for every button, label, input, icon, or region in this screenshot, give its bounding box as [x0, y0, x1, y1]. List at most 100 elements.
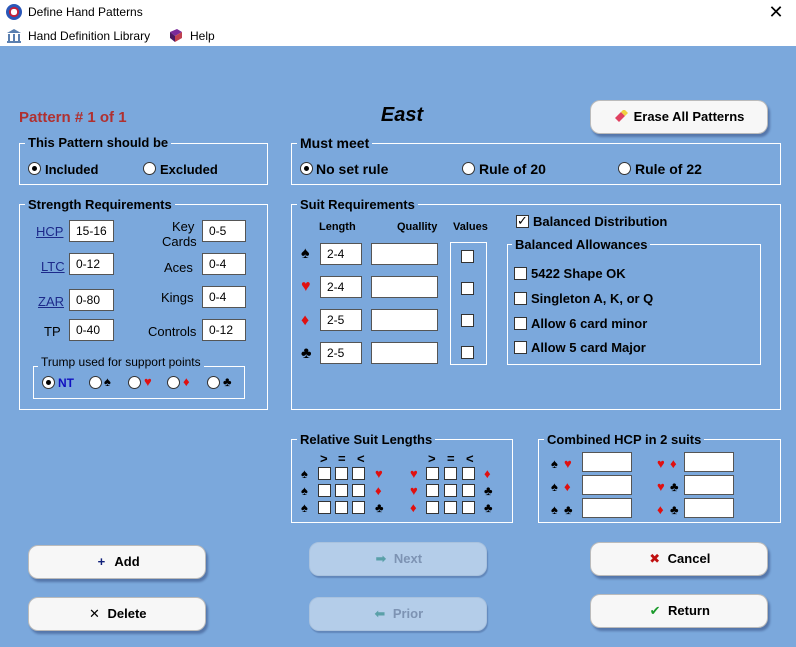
combined-spade-diamond-input[interactable]: [582, 475, 632, 495]
ltc-link[interactable]: LTC: [41, 259, 65, 274]
tp-input[interactable]: 0-40: [69, 319, 114, 341]
clubs-values-checkbox[interactable]: [461, 346, 474, 359]
op-less-left: <: [357, 451, 365, 466]
balanced-distribution-checkbox[interactable]: [516, 213, 529, 229]
heart-icon: ♥: [375, 466, 383, 481]
rel-spade-diamond-lt[interactable]: [352, 484, 365, 497]
close-window-button[interactable]: ✕: [762, 2, 790, 22]
hcp-link[interactable]: HCP: [36, 224, 63, 239]
allow-5-major-checkbox[interactable]: [514, 341, 527, 354]
aces-input[interactable]: 0-4: [202, 253, 246, 275]
heart-icon: ♥: [657, 479, 665, 494]
suit-requirements-title: Suit Requirements: [297, 197, 418, 212]
length-col-header: Length: [319, 221, 356, 233]
rel-heart-diamond-gt[interactable]: [426, 467, 439, 480]
next-button[interactable]: ➡ Next: [309, 542, 487, 576]
clubs-length-input[interactable]: 2-5: [320, 342, 362, 364]
kings-input[interactable]: 0-4: [202, 286, 246, 308]
rel-spade-club-lt[interactable]: [352, 501, 365, 514]
clubs-quality-input[interactable]: [371, 342, 438, 364]
hearts-length-input[interactable]: 2-4: [320, 276, 362, 298]
diamond-icon: ♦: [657, 502, 664, 517]
rel-spade-diamond-eq[interactable]: [335, 484, 348, 497]
trump-nt-label: NT: [58, 376, 74, 390]
rel-heart-club-lt[interactable]: [462, 484, 475, 497]
prior-button[interactable]: ⬅ Prior: [309, 597, 487, 631]
controls-label: Controls: [148, 324, 197, 339]
ltc-input[interactable]: 0-12: [69, 253, 114, 275]
plus-icon: +: [97, 554, 106, 569]
diamond-icon: ♦: [670, 456, 677, 471]
diamonds-values-checkbox[interactable]: [461, 314, 474, 327]
balanced-allowances-title: Balanced Allowances: [512, 237, 651, 252]
add-button[interactable]: + Add: [28, 545, 206, 579]
rel-spade-heart-gt[interactable]: [318, 467, 331, 480]
hearts-values-checkbox[interactable]: [461, 282, 474, 295]
trump-spades-radio[interactable]: [89, 376, 102, 389]
rule-of-20-radio[interactable]: [462, 162, 475, 175]
rel-diamond-club-eq[interactable]: [444, 501, 457, 514]
cancel-button[interactable]: ✖ Cancel: [590, 542, 768, 576]
singleton-honor-label: Singleton A, K, or Q: [531, 291, 654, 306]
trump-diamonds-radio[interactable]: [167, 376, 180, 389]
singleton-honor-checkbox[interactable]: [514, 292, 527, 305]
x-icon: ✕: [89, 606, 100, 621]
combined-heart-diamond-input[interactable]: [684, 452, 734, 472]
excluded-radio[interactable]: [143, 162, 156, 175]
trump-hearts-radio[interactable]: [128, 376, 141, 389]
return-button[interactable]: ✔ Return: [590, 594, 768, 628]
spades-quality-input[interactable]: [371, 243, 438, 265]
zar-input[interactable]: 0-80: [69, 289, 114, 311]
included-radio[interactable]: [28, 162, 41, 175]
delete-button[interactable]: ✕ Delete: [28, 597, 206, 631]
diamond-icon: ♦: [484, 466, 491, 481]
erase-all-patterns-button[interactable]: Erase All Patterns: [590, 100, 768, 134]
trump-nt-radio[interactable]: [42, 376, 55, 389]
rel-diamond-club-lt[interactable]: [462, 501, 475, 514]
no-set-rule-radio[interactable]: [300, 162, 313, 175]
rel-heart-club-gt[interactable]: [426, 484, 439, 497]
spades-values-checkbox[interactable]: [461, 250, 474, 263]
hearts-quality-input[interactable]: [371, 276, 438, 298]
spades-length-input[interactable]: 2-4: [320, 243, 362, 265]
rel-spade-diamond-gt[interactable]: [318, 484, 331, 497]
trump-clubs-radio[interactable]: [207, 376, 220, 389]
combined-heart-club-input[interactable]: [684, 475, 734, 495]
rel-diamond-club-gt[interactable]: [426, 501, 439, 514]
diamonds-quality-input[interactable]: [371, 309, 438, 331]
hcp-input[interactable]: 15-16: [69, 220, 114, 242]
rule-of-22-radio[interactable]: [618, 162, 631, 175]
return-label: Return: [668, 603, 710, 618]
spade-icon: ♠: [551, 502, 558, 517]
checkmark-icon: ✔: [649, 603, 661, 618]
no-set-rule-label: No set rule: [316, 161, 389, 177]
zar-link[interactable]: ZAR: [38, 294, 64, 309]
rel-heart-club-eq[interactable]: [444, 484, 457, 497]
rel-spade-club-gt[interactable]: [318, 501, 331, 514]
spade-icon: ♠: [301, 466, 308, 481]
allow-5422-checkbox[interactable]: [514, 267, 527, 280]
rel-spade-heart-lt[interactable]: [352, 467, 365, 480]
trump-title: Trump used for support points: [38, 355, 204, 369]
arrow-left-icon: ⬅: [374, 606, 386, 621]
rel-spade-club-eq[interactable]: [335, 501, 348, 514]
rel-heart-diamond-lt[interactable]: [462, 467, 475, 480]
combined-diamond-club-input[interactable]: [684, 498, 734, 518]
diamonds-length-input[interactable]: 2-5: [320, 309, 362, 331]
excluded-label: Excluded: [160, 162, 218, 177]
key-cards-input[interactable]: 0-5: [202, 220, 246, 242]
pattern-should-be-title: This Pattern should be: [25, 135, 172, 150]
club-icon: ♣: [484, 483, 493, 498]
allow-6-minor-label: Allow 6 card minor: [531, 316, 648, 331]
app-icon: [6, 4, 22, 20]
combined-spade-heart-input[interactable]: [582, 452, 632, 472]
controls-input[interactable]: 0-12: [202, 319, 246, 341]
club-icon: ♣: [375, 500, 384, 515]
combined-hcp-title: Combined HCP in 2 suits: [544, 432, 705, 447]
rel-spade-heart-eq[interactable]: [335, 467, 348, 480]
prior-label: Prior: [392, 606, 424, 621]
spade-icon: ♠: [104, 374, 111, 389]
rel-heart-diamond-eq[interactable]: [444, 467, 457, 480]
combined-spade-club-input[interactable]: [582, 498, 632, 518]
allow-6-minor-checkbox[interactable]: [514, 317, 527, 330]
